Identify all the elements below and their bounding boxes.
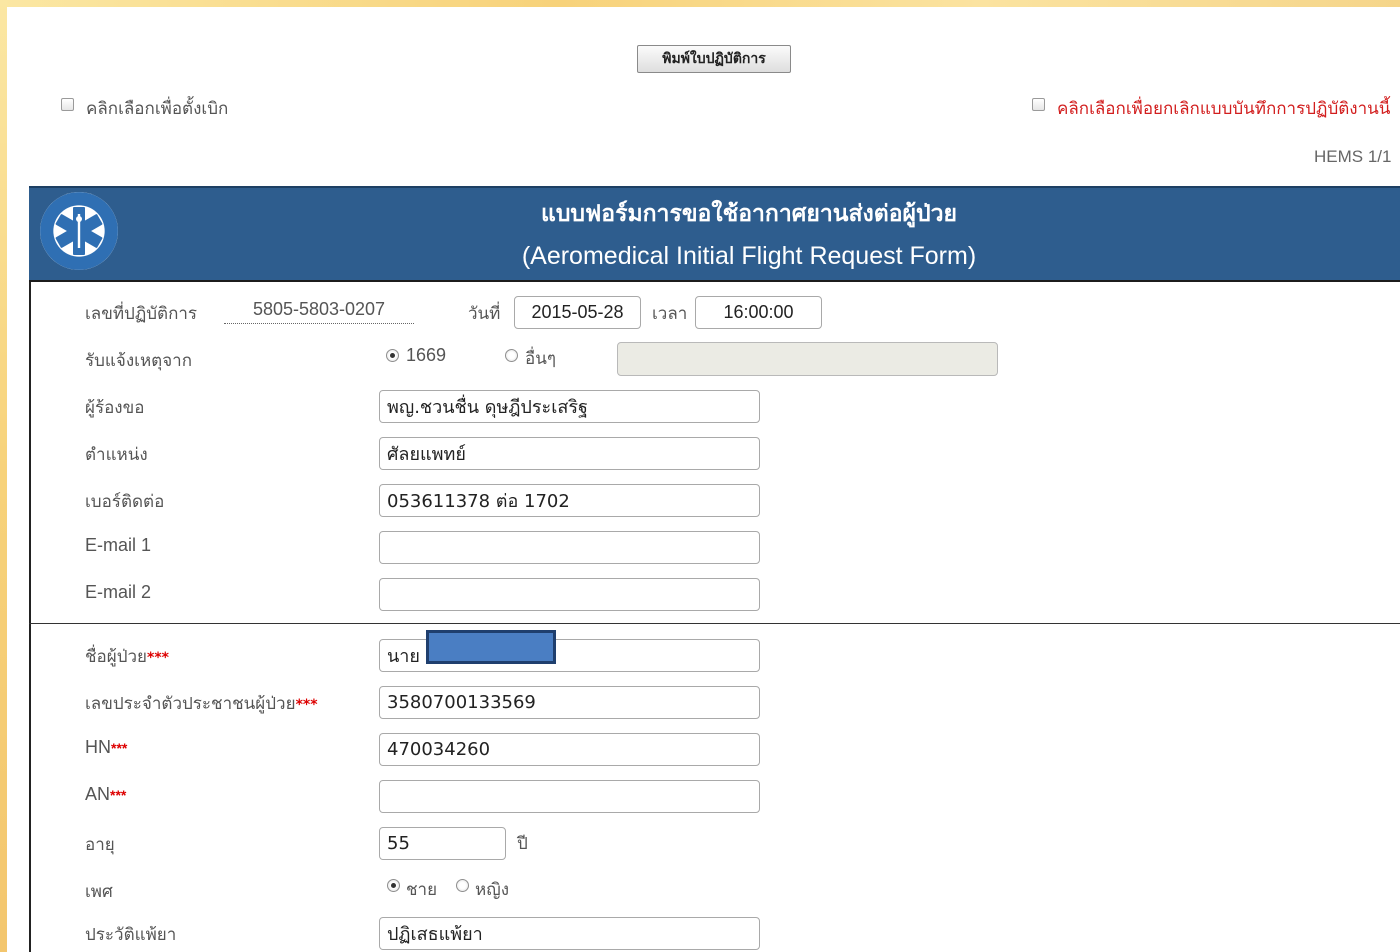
section-divider — [29, 623, 1400, 624]
allergy-input[interactable]: ปฏิเสธแพ้ยา — [379, 917, 760, 950]
form-header: แบบฟอร์มการขอใช้อากาศยานส่งต่อผู้ป่วย (A… — [29, 186, 1400, 282]
sex-label: เพศ — [85, 882, 113, 902]
age-input[interactable]: 55 — [379, 827, 506, 860]
op-number-value: 5805-5803-0207 — [224, 299, 414, 324]
form-title-english: (Aeromedical Initial Flight Request Form… — [521, 242, 977, 270]
phone-label: เบอร์ติดต่อ — [85, 492, 165, 512]
date-label: วันที่ — [468, 304, 501, 324]
email2-label: E-mail 2 — [85, 582, 152, 602]
email1-input[interactable] — [379, 531, 760, 564]
sex-male-radio[interactable] — [387, 879, 400, 892]
time-field[interactable]: 16:00:00 — [695, 296, 822, 329]
cancel-record-checkbox[interactable] — [1032, 98, 1045, 111]
withdraw-label: คลิกเลือกเพื่อตั้งเบิก — [86, 99, 229, 119]
source-other-label: อื่นๆ — [525, 349, 556, 369]
phone-input[interactable]: 053611378 ต่อ 1702 — [379, 484, 760, 517]
an-input[interactable] — [379, 780, 760, 813]
print-button[interactable]: พิมพ์ใบปฏิบัติการ — [637, 45, 791, 73]
hn-label: HN*** — [85, 737, 128, 757]
form-left-border — [29, 282, 31, 952]
source-other-radio[interactable] — [505, 349, 518, 362]
patient-id-label: เลขประจำตัวประชาชนผู้ป่วย*** — [85, 694, 318, 714]
patient-id-input[interactable]: 3580700133569 — [379, 686, 760, 719]
an-label: AN*** — [85, 784, 127, 804]
required-mark: *** — [110, 787, 127, 803]
date-field[interactable]: 2015-05-28 — [514, 296, 641, 329]
time-label: เวลา — [652, 304, 688, 324]
requester-input[interactable]: พญ.ชวนชื่น ดุษฎีประเสริฐ — [379, 390, 760, 423]
patient-name-label: ชื่อผู้ป่วย*** — [85, 647, 169, 667]
form-title-thai: แบบฟอร์มการขอใช้อากาศยานส่งต่อผู้ป่วย — [541, 201, 957, 227]
source-1669-radio[interactable] — [386, 349, 399, 362]
sex-male-label: ชาย — [406, 880, 438, 900]
page-indicator: HEMS 1/1 — [1314, 147, 1392, 166]
requester-label: ผู้ร้องขอ — [85, 398, 145, 418]
age-unit: ปี — [517, 834, 528, 854]
position-label: ตำแหน่ง — [85, 445, 148, 465]
source-other-input[interactable] — [617, 342, 998, 376]
required-mark: *** — [147, 650, 169, 666]
redacted-name-block — [426, 630, 556, 664]
window-top-border — [0, 0, 1400, 7]
age-label: อายุ — [85, 835, 115, 855]
source-1669-label: 1669 — [406, 345, 447, 365]
source-label: รับแจ้งเหตุจาก — [85, 351, 192, 371]
window-left-border — [0, 0, 7, 952]
email1-label: E-mail 1 — [85, 535, 152, 555]
withdraw-checkbox[interactable] — [61, 98, 74, 111]
allergy-label: ประวัติแพ้ยา — [85, 925, 177, 945]
required-mark: *** — [295, 697, 318, 713]
email2-input[interactable] — [379, 578, 760, 611]
position-input[interactable]: ศัลยแพทย์ — [379, 437, 760, 470]
sex-female-label: หญิง — [475, 880, 509, 900]
required-mark: *** — [111, 740, 128, 756]
op-number-label: เลขที่ปฏิบัติการ — [85, 304, 198, 324]
hn-input[interactable]: 470034260 — [379, 733, 760, 766]
cancel-record-label: คลิกเลือกเพื่อยกเลิกแบบบันทึกการปฏิบัติง… — [1057, 99, 1391, 119]
sex-female-radio[interactable] — [456, 879, 469, 892]
